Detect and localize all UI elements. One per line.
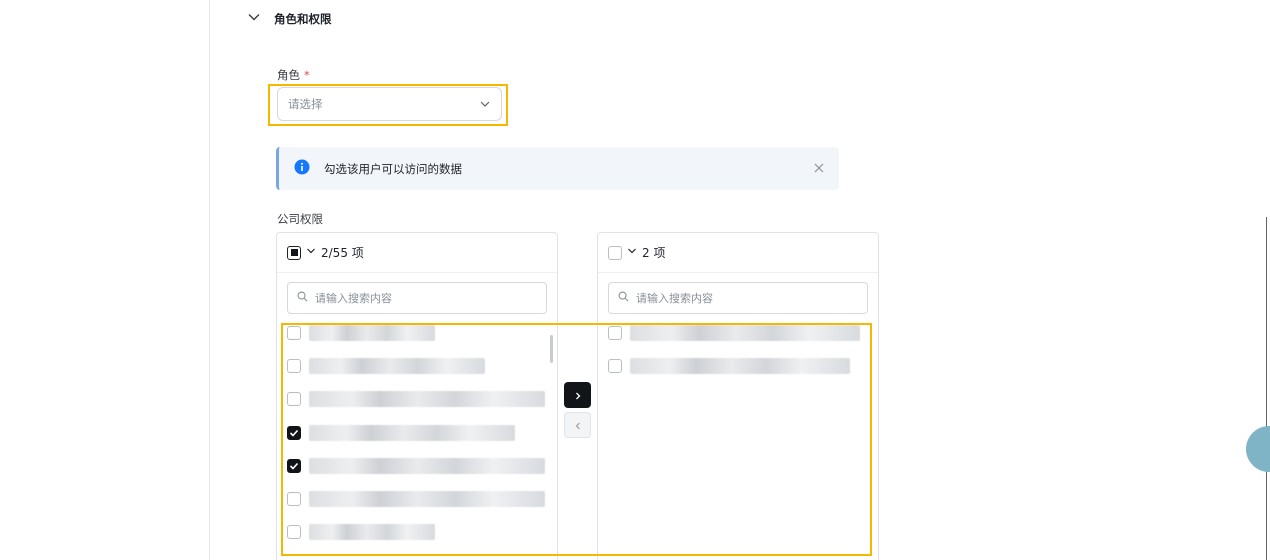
- target-list-item[interactable]: [608, 320, 868, 346]
- item-checkbox[interactable]: [287, 359, 301, 373]
- source-list-item[interactable]: [287, 420, 547, 446]
- source-list-item[interactable]: [287, 386, 547, 412]
- redacted-text: [309, 391, 545, 407]
- required-mark: *: [304, 68, 310, 82]
- item-checkbox-checked[interactable]: [287, 459, 301, 473]
- close-icon[interactable]: [813, 159, 825, 178]
- alert-text: 勾选该用户可以访问的数据: [324, 161, 462, 176]
- target-list: [598, 324, 878, 560]
- source-select-all-checkbox[interactable]: [287, 245, 301, 260]
- item-checkbox[interactable]: [287, 392, 301, 406]
- chevron-left-icon: [573, 416, 583, 435]
- page: 角色和权限 角色 * 请选择 勾选该用户可以访问的数据 公司权限 2/55 项: [0, 0, 1270, 560]
- move-left-button[interactable]: [564, 412, 591, 438]
- item-checkbox[interactable]: [608, 359, 622, 373]
- item-checkbox[interactable]: [287, 492, 301, 506]
- transfer-target-panel: 2 项 请输入搜索内容: [597, 232, 879, 560]
- section-title: 角色和权限: [274, 12, 332, 26]
- redacted-text: [309, 358, 485, 374]
- target-list-item[interactable]: [608, 353, 868, 379]
- redacted-text: [309, 425, 515, 441]
- redacted-text: [309, 325, 435, 341]
- source-list-item[interactable]: [287, 519, 547, 545]
- info-icon: [294, 159, 310, 179]
- source-list: [277, 324, 557, 560]
- chevron-down-icon: [479, 95, 491, 114]
- role-label: 角色 *: [277, 67, 310, 83]
- target-count: 2 项: [642, 246, 666, 260]
- chevron-down-icon: [246, 9, 262, 29]
- search-icon: [618, 291, 629, 305]
- company-permissions-label: 公司权限: [277, 212, 323, 226]
- floating-help-button[interactable]: [1246, 426, 1270, 472]
- source-list-item[interactable]: [287, 320, 547, 346]
- source-scrollbar[interactable]: [550, 335, 553, 363]
- left-divider: [209, 0, 210, 560]
- item-checkbox[interactable]: [287, 525, 301, 539]
- source-panel-header: 2/55 项: [277, 233, 557, 273]
- source-count: 2/55 项: [321, 246, 364, 260]
- info-alert: 勾选该用户可以访问的数据: [276, 147, 839, 190]
- source-search-placeholder: 请输入搜索内容: [315, 292, 392, 305]
- redacted-text: [630, 325, 860, 341]
- move-right-button[interactable]: [564, 382, 591, 408]
- target-panel-header: 2 项: [598, 233, 878, 273]
- target-select-all-checkbox[interactable]: [608, 245, 622, 260]
- role-label-text: 角色: [277, 68, 300, 82]
- item-checkbox[interactable]: [608, 326, 622, 340]
- redacted-text: [309, 458, 545, 474]
- item-checkbox[interactable]: [287, 326, 301, 340]
- role-select-placeholder: 请选择: [288, 97, 323, 111]
- redacted-text: [309, 491, 545, 507]
- chevron-down-icon[interactable]: [626, 245, 638, 260]
- target-search-input[interactable]: 请输入搜索内容: [608, 282, 868, 314]
- target-search-placeholder: 请输入搜索内容: [636, 292, 713, 305]
- search-icon: [297, 291, 308, 305]
- section-header-roles[interactable]: 角色和权限: [246, 8, 332, 30]
- chevron-right-icon: [573, 386, 583, 405]
- item-checkbox-checked[interactable]: [287, 426, 301, 440]
- source-list-item[interactable]: [287, 453, 547, 479]
- redacted-text: [309, 524, 435, 540]
- source-list-item[interactable]: [287, 486, 547, 512]
- transfer-source-panel: 2/55 项 请输入搜索内容: [276, 232, 558, 560]
- redacted-text: [630, 358, 850, 374]
- chevron-down-icon[interactable]: [305, 245, 317, 260]
- role-select[interactable]: 请选择: [277, 87, 502, 121]
- source-list-item[interactable]: [287, 353, 547, 379]
- right-edge-line: [1266, 217, 1267, 560]
- source-search-input[interactable]: 请输入搜索内容: [287, 282, 547, 314]
